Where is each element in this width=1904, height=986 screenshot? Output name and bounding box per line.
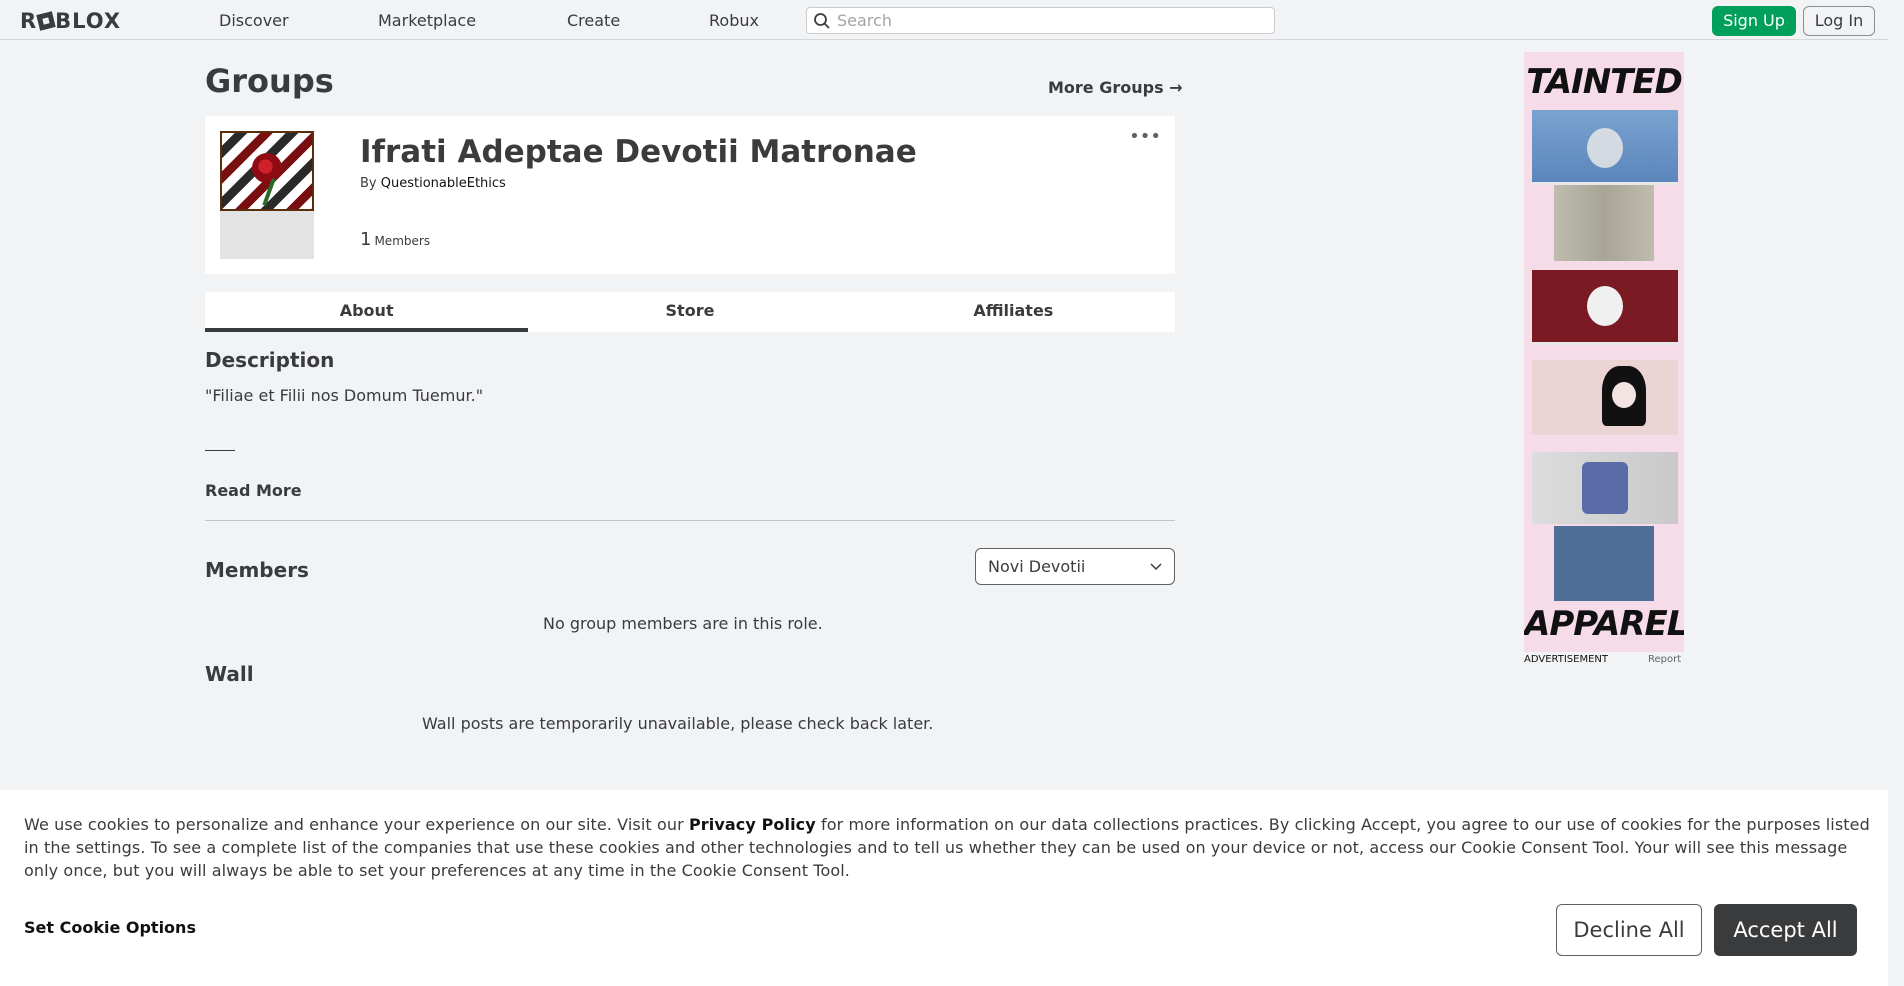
group-emblem-image [220,131,314,211]
report-ad-link[interactable]: Report [1648,654,1681,665]
set-cookie-options-link[interactable]: Set Cookie Options [24,918,196,937]
description-text: "Filiae et Filii nos Domum Tuemur." [205,386,484,405]
chevron-down-icon [1150,563,1162,571]
ad-top-text: TAINTED [1526,62,1683,102]
rose-icon [252,153,282,183]
read-more-button[interactable]: Read More [205,481,302,500]
more-groups-link[interactable]: More Groups → [1048,78,1183,97]
member-count-label: Members [374,234,431,248]
description-rule [205,450,235,451]
no-members-message: No group members are in this role. [543,614,823,633]
nav-create-link[interactable]: Create [567,11,620,30]
roblox-logo[interactable]: R BLOX [20,9,121,33]
privacy-policy-link[interactable]: Privacy Policy [689,815,816,834]
cookie-message: We use cookies to personalize and enhanc… [24,813,1874,882]
group-name: Ifrati Adeptae Devotii Matronae [360,134,917,170]
more-options-icon[interactable]: ••• [1129,128,1161,146]
cookie-text-before: We use cookies to personalize and enhanc… [24,815,689,834]
nav-discover-link[interactable]: Discover [219,11,289,30]
by-label: By [360,176,377,191]
ad-pants-grey [1554,185,1654,261]
ad-shirt-white [1532,452,1678,524]
ad-shirt-anime [1532,360,1678,435]
print-graphic-icon [1582,462,1628,514]
search-icon [814,13,830,29]
page-scrollbar[interactable] [1888,0,1904,986]
accept-all-button[interactable]: Accept All [1714,904,1857,956]
log-in-button[interactable]: Log In [1803,6,1875,36]
ad-bottom-text: APPAREL [1524,604,1684,644]
group-tabs: About Store Affiliates [205,292,1175,332]
advertisement-label: ADVERTISEMENT [1524,654,1609,665]
tab-affiliates[interactable]: Affiliates [852,292,1175,332]
group-emblem [220,131,314,259]
owner-link[interactable]: QuestionableEthics [381,176,506,191]
member-count-value: 1 [360,229,372,250]
wall-heading: Wall [205,662,254,686]
members-heading: Members [205,558,309,582]
top-navigation-bar: R BLOX Discover Marketplace Create Robux … [0,0,1904,40]
decline-all-button[interactable]: Decline All [1556,904,1702,956]
ad-pants-blue [1554,526,1654,601]
character-face-skin [1612,382,1636,408]
section-divider [205,520,1175,521]
skull-icon [1587,128,1623,168]
page-title: Groups [205,62,334,100]
role-dropdown[interactable]: Novi Devotii [975,548,1175,585]
search-box[interactable] [806,7,1275,34]
description-heading: Description [205,348,335,372]
advertisement-banner[interactable]: TAINTED APPAREL [1524,52,1684,652]
group-header-card: Ifrati Adeptae Devotii Matronae By Quest… [205,116,1175,274]
role-dropdown-value: Novi Devotii [988,557,1086,576]
group-owner-byline: By QuestionableEthics [360,176,506,191]
ad-shirt-red [1532,270,1678,345]
skull-icon [1587,286,1623,326]
ad-shirt-blue [1532,110,1678,185]
member-count: 1 Members [360,229,430,250]
tab-about[interactable]: About [205,292,529,332]
nav-marketplace-link[interactable]: Marketplace [378,11,476,30]
cookie-consent-banner: We use cookies to personalize and enhanc… [0,790,1888,986]
nav-robux-link[interactable]: Robux [709,11,759,30]
wall-unavailable-message: Wall posts are temporarily unavailable, … [422,714,934,733]
sign-up-button[interactable]: Sign Up [1712,6,1796,36]
tab-store[interactable]: Store [528,292,851,332]
search-input[interactable] [837,10,1267,31]
